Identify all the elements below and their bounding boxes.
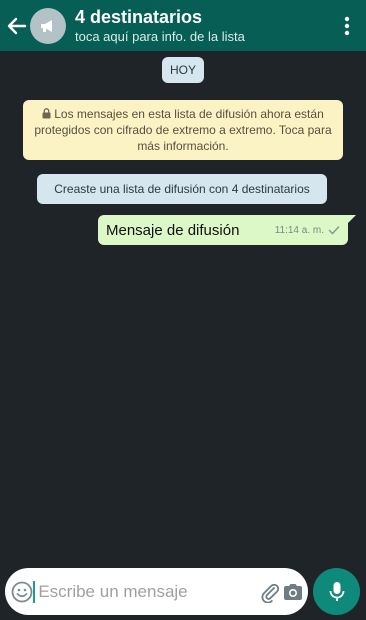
chat-subtitle: toca aquí para info. de la lista [75, 28, 245, 44]
message-time: 11:14 a. m. [274, 224, 324, 236]
encryption-notice-text: Los mensajes en esta lista de difusión a… [34, 107, 332, 153]
outgoing-message[interactable]: Mensaje de difusión 11:14 a. m. [98, 215, 356, 245]
avatar[interactable] [30, 7, 66, 44]
emoji-icon [11, 581, 33, 602]
attach-button[interactable] [259, 568, 281, 615]
message-input[interactable] [33, 580, 260, 603]
chat-info[interactable]: 4 destinatarios toca aquí para info. de … [75, 6, 332, 46]
mic-icon [329, 581, 344, 601]
app-header: 4 destinatarios toca aquí para info. de … [0, 0, 366, 51]
chat-area[interactable]: HOY Los mensajes en esta lista de difusi… [0, 51, 366, 560]
input-bar [0, 560, 366, 620]
camera-icon [283, 583, 302, 600]
paperclip-icon [261, 583, 280, 603]
camera-button[interactable] [282, 568, 304, 615]
composer [5, 568, 308, 615]
encryption-notice[interactable]: Los mensajes en esta lista de difusión a… [23, 100, 343, 160]
voice-message-button[interactable] [313, 568, 360, 615]
more-vert-icon [344, 16, 350, 35]
lock-icon [42, 108, 51, 119]
arrow-left-icon [7, 17, 27, 34]
broadcast-created-notice: Creaste una lista de difusión con 4 dest… [37, 174, 327, 204]
emoji-button[interactable] [11, 568, 33, 615]
date-chip: HOY [161, 57, 205, 83]
message-text: Mensaje de difusión [106, 221, 240, 239]
chat-title: 4 destinatarios [75, 6, 203, 27]
single-check-icon [328, 225, 340, 235]
back-button[interactable] [4, 0, 30, 51]
overflow-menu-button[interactable] [332, 0, 362, 51]
broadcast-megaphone-icon [41, 19, 52, 32]
